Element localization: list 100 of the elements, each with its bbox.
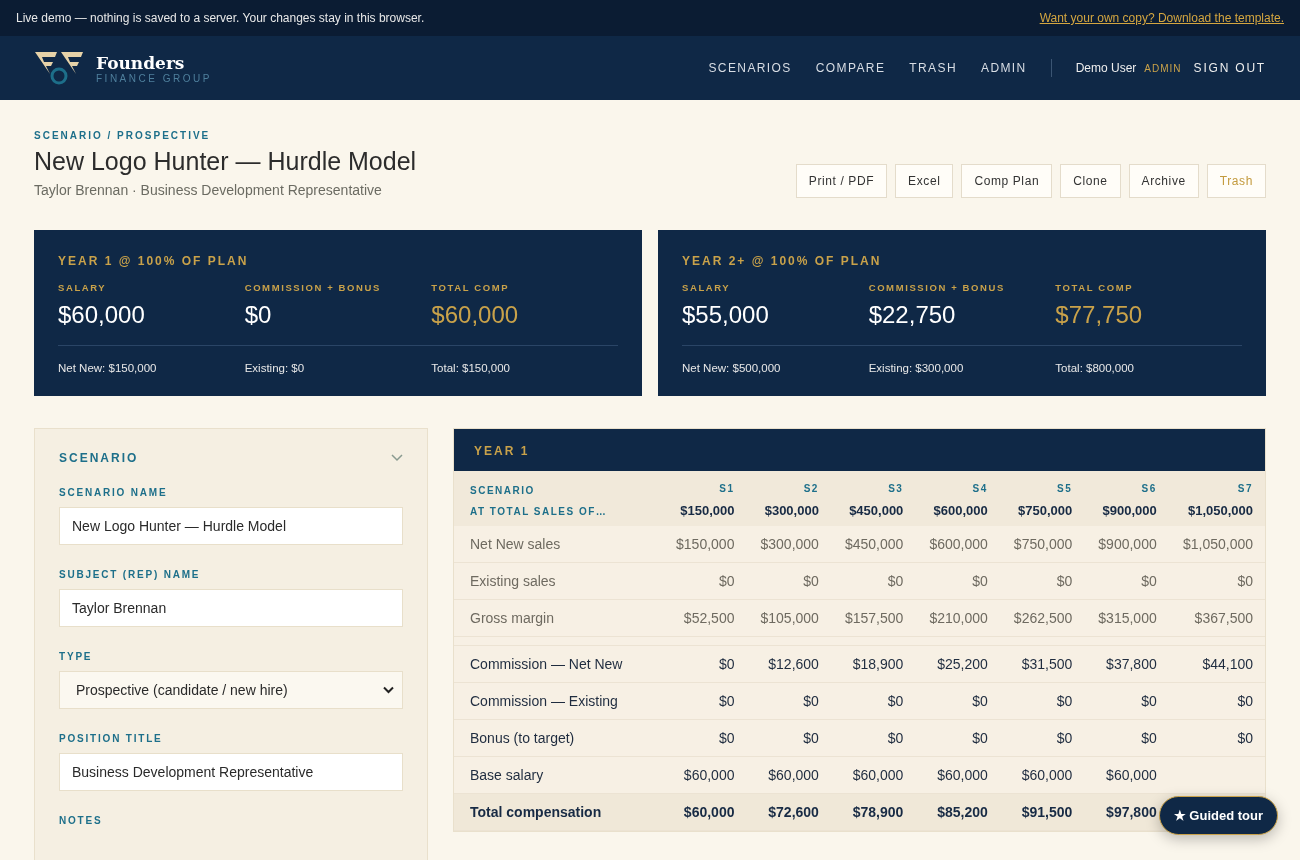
card-title: YEAR 2+ @ 100% OF PLAN — [682, 254, 883, 268]
brand-name: Founders — [96, 52, 186, 73]
row-label: Total compensation — [470, 804, 603, 820]
sales-figure: Total: $150,000 — [431, 362, 511, 374]
text-field[interactable]: New Logo Hunter — Hurdle Model — [59, 507, 403, 545]
card-title: YEAR 1 @ 100% OF PLAN — [58, 254, 250, 268]
table-cell: $157,500 — [844, 610, 904, 626]
table-cell: $0 — [718, 573, 735, 589]
action-button[interactable]: Excel — [895, 164, 954, 198]
column-header: S3 — [888, 483, 904, 494]
header-label: SCENARIO — [470, 484, 536, 496]
table-cell: $0 — [887, 693, 904, 709]
table-cell: $0 — [972, 573, 988, 589]
table-cell: $0 — [1141, 573, 1157, 589]
page-title: New Logo Hunter — Hurdle Model — [34, 147, 417, 176]
page-subtitle: Taylor Brennan · Business Development Representative — [34, 182, 383, 198]
sales-figure: Existing: $0 — [244, 362, 306, 374]
user-name: Demo User — [1075, 61, 1137, 75]
nav-link[interactable]: ADMIN — [981, 61, 1027, 75]
metric-value: $77,750 — [1055, 301, 1144, 329]
table-cell: $85,200 — [937, 804, 988, 820]
table-cell: $0 — [718, 693, 735, 709]
table-cell: $600,000 — [929, 536, 988, 552]
table-cell: $60,000 — [768, 767, 819, 783]
metric-label: TOTAL COMP — [1055, 282, 1135, 293]
nav-link[interactable]: SCENARIOS — [708, 61, 792, 75]
metric-label: COMMISSION + BONUS — [868, 282, 1006, 293]
table-cell: $60,000 — [937, 767, 988, 783]
table-cell: $25,200 — [937, 656, 988, 672]
column-header: S6 — [1141, 483, 1157, 494]
type-select[interactable]: Prospective (candidate / new hire) — [59, 671, 403, 709]
action-button[interactable]: Archive — [1128, 164, 1199, 198]
text-field[interactable]: Taylor Brennan — [59, 589, 403, 627]
table-cell: $0 — [1141, 693, 1157, 709]
nav-link[interactable]: TRASH — [909, 61, 957, 75]
action-button[interactable]: Comp Plan — [961, 164, 1053, 198]
row-label: Commission — Net New — [470, 656, 624, 672]
brand-tagline: FINANCE GROUP — [96, 72, 212, 84]
table-cell: $0 — [803, 573, 819, 589]
table-cell: $18,900 — [852, 656, 904, 672]
table-cell: $78,900 — [852, 804, 904, 820]
table-cell: $0 — [1237, 573, 1253, 589]
metric-label: SALARY — [682, 282, 732, 293]
nav-link[interactable]: COMPARE — [815, 61, 886, 75]
action-button[interactable]: Print / PDF — [795, 164, 888, 198]
row-label: Commission — Existing — [470, 693, 619, 709]
metric-label: TOTAL COMP — [431, 282, 511, 293]
field-label: SCENARIO NAME — [59, 487, 169, 498]
metric-value: $0 — [244, 301, 273, 329]
table-cell: $60,000 — [852, 767, 904, 783]
sales-figure: Total: $800,000 — [1055, 362, 1135, 374]
metric-value: $60,000 — [58, 301, 146, 329]
chevron-icon[interactable] — [391, 454, 403, 462]
metric-label: SALARY — [58, 282, 108, 293]
field-label: TYPE — [59, 651, 94, 662]
header-label: AT TOTAL SALES OF… — [470, 505, 609, 517]
table-cell: $0 — [1056, 693, 1073, 709]
table-title: YEAR 1 — [474, 444, 530, 458]
table-cell: $60,000 — [683, 804, 735, 820]
sales-figure: Net New: $150,000 — [58, 362, 158, 374]
table-cell: $450,000 — [844, 536, 904, 552]
table-cell: $105,000 — [760, 610, 819, 626]
text-field[interactable]: Business Development Representative — [59, 753, 403, 791]
table-cell: $44,100 — [1202, 656, 1253, 672]
table-cell: $60,000 — [1106, 767, 1157, 783]
table-cell: $1,050,000 — [1182, 536, 1253, 552]
table-cell: $0 — [972, 693, 988, 709]
download-link[interactable]: Want your own copy? Download the template. — [1039, 11, 1284, 25]
table-cell: $262,500 — [1013, 610, 1073, 626]
table-cell: $0 — [887, 730, 904, 746]
action-button[interactable]: Clone — [1060, 164, 1121, 198]
table-cell: $52,500 — [683, 610, 735, 626]
table-cell: $0 — [887, 573, 904, 589]
demo-notice: Live demo — nothing is saved to a server. Your changes stay in this browser. — [16, 11, 425, 25]
panel-title: SCENARIO — [59, 451, 139, 465]
metric-value: $60,000 — [431, 301, 520, 329]
table-cell: $72,600 — [768, 804, 819, 820]
table-cell: $12,600 — [768, 656, 819, 672]
field-label: NOTES — [59, 815, 104, 826]
table-cell: $60,000 — [1021, 767, 1073, 783]
sales-figure: Existing: $300,000 — [868, 362, 965, 374]
row-label: Base salary — [470, 767, 545, 783]
table-cell: $91,500 — [1021, 804, 1073, 820]
table-cell: $300,000 — [760, 536, 819, 552]
table-cell: $37,800 — [1106, 656, 1157, 672]
table-cell: $0 — [1141, 730, 1157, 746]
column-total: $750,000 — [1018, 503, 1073, 518]
row-label: Existing sales — [470, 573, 557, 589]
logo-icon — [34, 51, 84, 85]
breadcrumb: SCENARIO / PROSPECTIVE — [34, 130, 212, 141]
column-header: S1 — [719, 483, 735, 494]
dropdown-caret-icon — [383, 686, 394, 694]
metric-value: $55,000 — [682, 301, 770, 329]
sign-out-link[interactable]: SIGN OUT — [1193, 61, 1266, 75]
column-header: S2 — [803, 483, 819, 494]
column-total: $600,000 — [933, 503, 988, 518]
sales-figure: Net New: $500,000 — [682, 362, 782, 374]
table-cell: $0 — [1056, 730, 1073, 746]
table-cell: $0 — [1056, 573, 1073, 589]
guided-tour-button[interactable]: ★ Guided tour — [1158, 796, 1278, 835]
